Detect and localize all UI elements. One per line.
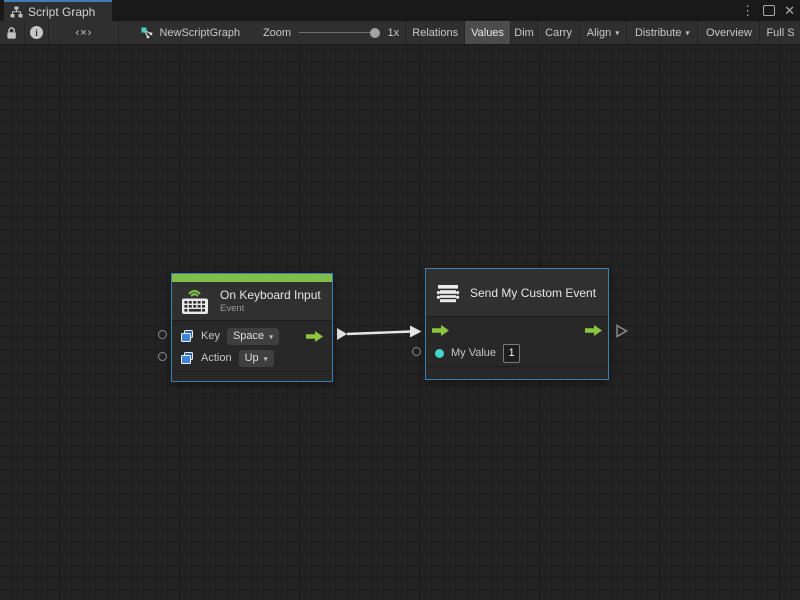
chevron-down-icon: ▾ (615, 29, 619, 38)
more-menu-icon[interactable]: ⋮ (741, 4, 754, 17)
chevron-down-icon: ▾ (269, 332, 273, 341)
unity-script-graph-window: Script Graph ⋮ ✕ i ‹×› (0, 0, 800, 600)
info-button[interactable]: i (25, 21, 50, 44)
my-value-input[interactable]: 1 (503, 344, 520, 363)
my-value-row: My Value 1 (426, 341, 608, 365)
my-value-label: My Value (451, 347, 496, 359)
key-dropdown[interactable]: Space ▾ (227, 328, 279, 345)
maximize-icon[interactable] (763, 5, 775, 16)
zoom-slider-knob[interactable] (370, 28, 380, 38)
code-icon: ‹×› (76, 27, 93, 39)
action-row: Action Up ▾ (172, 347, 332, 369)
enum-literal-icon (181, 330, 194, 342)
values-button[interactable]: Values (465, 21, 510, 44)
info-icon: i (30, 26, 43, 39)
node2-title: Send My Custom Event (470, 286, 596, 300)
action-input-port[interactable] (158, 352, 167, 361)
relations-button[interactable]: Relations (406, 21, 465, 44)
chevron-down-icon: ▾ (685, 29, 689, 38)
key-row: Key Space ▾ (172, 325, 332, 347)
script-graph-asset-icon (141, 27, 153, 39)
node-on-keyboard-input[interactable]: On Keyboard Input Event Key Space ▾ (171, 273, 333, 382)
enum-literal-icon (181, 352, 194, 364)
graph-canvas[interactable]: On Keyboard Input Event Key Space ▾ (0, 45, 800, 600)
node1-trigger-out-port[interactable] (337, 328, 347, 340)
node1-body: Key Space ▾ (172, 320, 332, 371)
graph-hierarchy-icon (10, 6, 23, 18)
code-view-button[interactable]: ‹×› (49, 21, 119, 44)
graph-breadcrumb[interactable]: NewScriptGraph (119, 21, 254, 44)
tab-script-graph[interactable]: Script Graph (4, 0, 112, 21)
trigger-arrow-icon[interactable] (306, 331, 323, 342)
node1-title: On Keyboard Input (220, 288, 321, 302)
window-controls: ⋮ ✕ (741, 0, 795, 21)
align-dropdown-button[interactable]: Align ▾ (580, 21, 627, 44)
node-send-my-custom-event[interactable]: Send My Custom Event My Value 1 (425, 268, 609, 380)
tab-strip: Script Graph ⋮ ✕ (0, 0, 800, 21)
key-input-port[interactable] (158, 330, 167, 339)
node2-exit-port[interactable] (617, 326, 627, 337)
action-dropdown[interactable]: Up ▾ (239, 350, 274, 367)
graph-name: NewScriptGraph (159, 27, 240, 39)
zoom-label: Zoom (263, 27, 291, 39)
dim-button[interactable]: Dim (511, 21, 539, 44)
overview-button[interactable]: Overview (698, 21, 760, 44)
wire-layer (0, 45, 800, 600)
zoom-control: Zoom 1x (255, 21, 406, 44)
custom-event-icon (435, 281, 461, 305)
exit-arrow-icon[interactable] (585, 325, 602, 336)
node2-header: Send My Custom Event (426, 269, 608, 316)
close-icon[interactable]: ✕ (784, 4, 795, 17)
zoom-value: 1x (387, 27, 399, 39)
flow-row (426, 319, 608, 341)
tab-title: Script Graph (28, 5, 95, 19)
lock-icon (6, 26, 17, 40)
node1-subtitle: Event (220, 303, 321, 314)
node2-footer (426, 366, 608, 379)
graph-toolbar: i ‹×› NewScriptGraph Zoom 1x Re (0, 21, 800, 45)
full-screen-button[interactable]: Full S (760, 21, 800, 44)
node1-header: On Keyboard Input Event (172, 282, 332, 320)
key-label: Key (201, 330, 220, 342)
node1-footer (172, 371, 332, 381)
carry-button[interactable]: Carry (538, 21, 579, 44)
connection-wire[interactable] (347, 326, 422, 338)
distribute-dropdown-button[interactable]: Distribute ▾ (627, 21, 698, 44)
lock-button[interactable] (0, 21, 25, 44)
chevron-down-icon: ▾ (264, 354, 268, 363)
node2-body: My Value 1 (426, 316, 608, 366)
zoom-slider[interactable] (299, 32, 378, 33)
action-label: Action (201, 352, 232, 364)
enter-arrow-icon[interactable] (432, 325, 449, 336)
event-accent-bar (172, 274, 332, 282)
keyboard-icon (181, 288, 211, 315)
value-port-dot[interactable] (435, 349, 444, 358)
my-value-input-port[interactable] (412, 347, 421, 356)
